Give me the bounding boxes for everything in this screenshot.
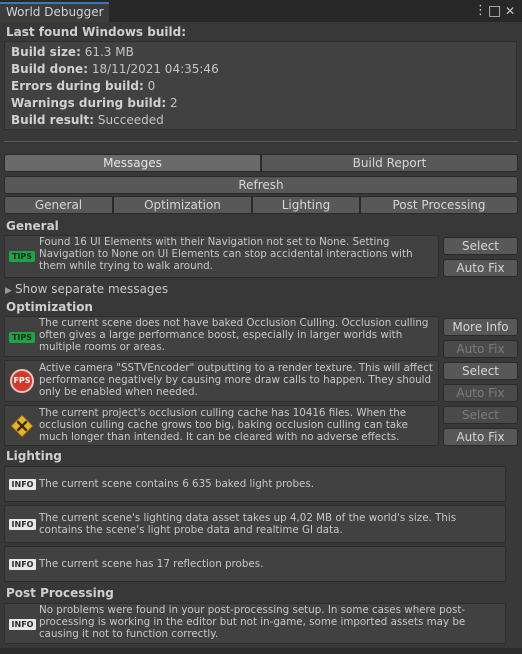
- build-result-value: Succeeded: [97, 113, 164, 127]
- info-icon: INFO: [9, 479, 36, 490]
- opt-message-text-2: Active camera "SSTVEncoder" outputting t…: [39, 362, 433, 398]
- build-errors-label: Errors during build:: [11, 79, 144, 93]
- filter-general[interactable]: General: [4, 196, 113, 214]
- build-result-row: Build result: Succeeded: [11, 113, 164, 127]
- opt-message-text-1: The current scene does not have baked Oc…: [39, 317, 429, 353]
- opt-select-button-3[interactable]: Select: [443, 406, 518, 424]
- opt-message-box-1: TIPS The current scene does not have bak…: [4, 316, 439, 357]
- opt-autofix-button-2[interactable]: Auto Fix: [443, 384, 518, 402]
- build-warnings-row: Warnings during build: 2: [11, 96, 178, 110]
- build-done-label: Build done:: [11, 62, 88, 76]
- foldout-arrow-icon: ▶: [5, 286, 12, 296]
- filter-optimization[interactable]: Optimization: [113, 196, 252, 214]
- general-autofix-button[interactable]: Auto Fix: [443, 259, 518, 277]
- lighting-message-text-2: The current scene's lighting data asset …: [39, 512, 457, 536]
- build-done-value: 18/11/2021 04:35:46: [91, 62, 219, 76]
- info-icon: INFO: [9, 559, 36, 570]
- opt-message-box-3: The current project's occlusion culling …: [4, 405, 439, 446]
- build-warnings-value: 2: [169, 96, 178, 110]
- filter-lighting[interactable]: Lighting: [252, 196, 360, 214]
- show-separate-label: Show separate messages: [15, 282, 169, 296]
- section-lighting-title: Lighting: [6, 449, 62, 463]
- maximize-icon[interactable]: □: [488, 2, 501, 20]
- build-size-row: Build size: 61.3 MB: [11, 45, 134, 59]
- build-done-row: Build done: 18/11/2021 04:35:46: [11, 62, 219, 76]
- window-tab[interactable]: World Debugger: [0, 2, 109, 22]
- window-titlebar: World Debugger ⋮ □ ✕: [0, 0, 522, 22]
- more-info-button[interactable]: More Info: [443, 318, 518, 336]
- info-icon: INFO: [9, 619, 36, 630]
- post-message-text: No problems were found in your post-proc…: [39, 604, 466, 640]
- tab-build-report[interactable]: Build Report: [261, 154, 518, 172]
- opt-autofix-button-1[interactable]: Auto Fix: [443, 340, 518, 358]
- info-icon: INFO: [9, 519, 36, 530]
- opt-message-box-2: FPS Active camera "SSTVEncoder" outputti…: [4, 360, 439, 402]
- section-general-title: General: [6, 219, 59, 233]
- build-warnings-label: Warnings during build:: [11, 96, 167, 110]
- section-optimization-title: Optimization: [6, 300, 93, 314]
- post-message-box: INFO No problems were found in your post…: [4, 603, 506, 644]
- opt-select-button-2[interactable]: Select: [443, 362, 518, 380]
- general-select-button[interactable]: Select: [443, 237, 518, 255]
- general-message-box: TIPS Found 16 UI Elements with their Nav…: [4, 235, 439, 278]
- refresh-button[interactable]: Refresh: [4, 176, 518, 194]
- tab-messages[interactable]: Messages: [4, 154, 261, 172]
- show-separate-toggle[interactable]: ▶ Show separate messages: [5, 282, 168, 296]
- build-errors-row: Errors during build: 0: [11, 79, 155, 93]
- warning-icon: [10, 414, 34, 438]
- build-size-label: Build size:: [11, 45, 81, 59]
- lighting-message-text-1: The current scene contains 6 635 baked l…: [39, 478, 314, 490]
- build-heading: Last found Windows build:: [6, 25, 186, 39]
- tips-icon: TIPS: [9, 332, 35, 343]
- window-title: World Debugger: [6, 5, 104, 19]
- scroll-bottom-edge: [0, 648, 522, 654]
- tips-icon: TIPS: [9, 251, 35, 262]
- fps-icon: FPS: [10, 369, 34, 393]
- lighting-message-text-3: The current scene has 17 reflection prob…: [39, 558, 264, 570]
- close-icon[interactable]: ✕: [505, 2, 515, 20]
- opt-autofix-button-3[interactable]: Auto Fix: [443, 428, 518, 446]
- divider: [4, 141, 518, 142]
- lighting-message-box-1: INFO The current scene contains 6 635 ba…: [4, 466, 506, 502]
- lighting-message-box-3: INFO The current scene has 17 reflection…: [4, 546, 506, 582]
- lighting-message-box-2: INFO The current scene's lighting data a…: [4, 505, 506, 543]
- build-size-value: 61.3 MB: [84, 45, 134, 59]
- build-result-label: Build result:: [11, 113, 95, 127]
- opt-message-text-3: The current project's occlusion culling …: [39, 407, 408, 443]
- general-message-text: Found 16 UI Elements with their Navigati…: [39, 236, 413, 272]
- menu-icon[interactable]: ⋮: [474, 2, 487, 20]
- filter-post-processing[interactable]: Post Processing: [360, 196, 518, 214]
- section-post-processing-title: Post Processing: [6, 586, 114, 600]
- build-summary-box: Build size: 61.3 MB Build done: 18/11/20…: [4, 41, 517, 130]
- build-errors-value: 0: [147, 79, 156, 93]
